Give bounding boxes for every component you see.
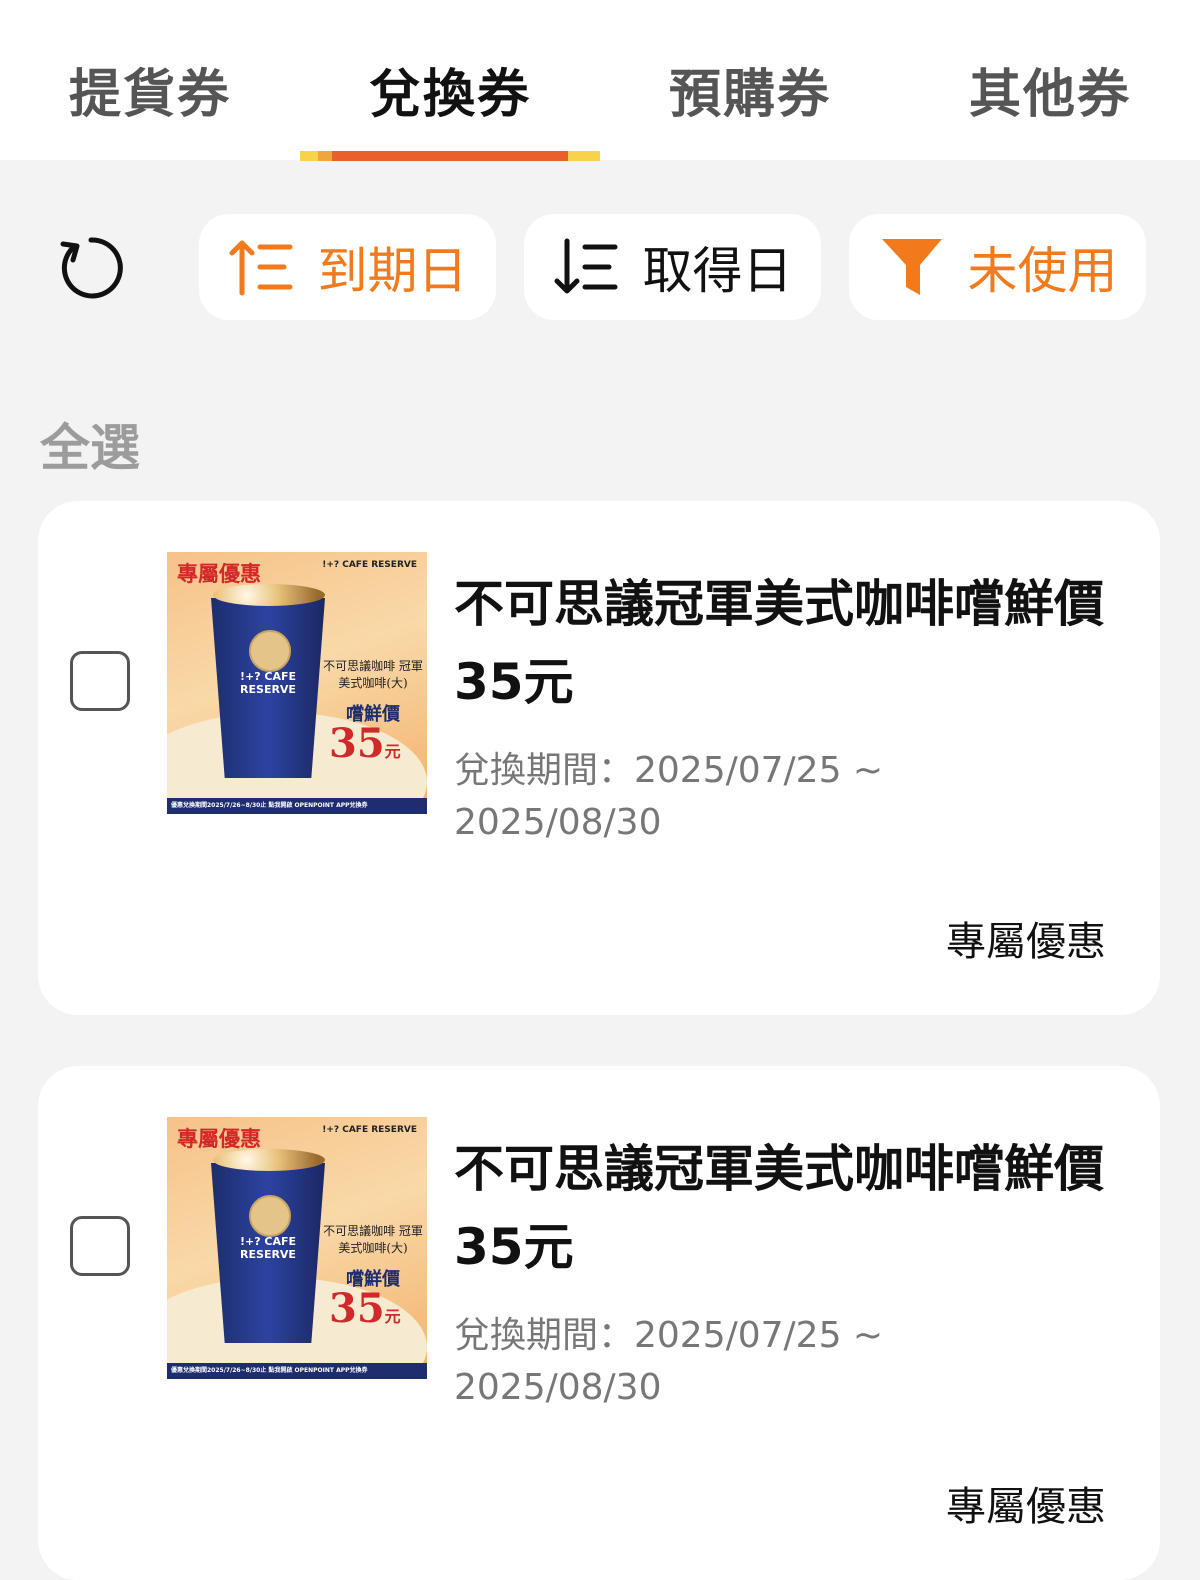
filter-status-button[interactable]: 未使用 xyxy=(849,214,1146,320)
coupon-period: 兌換期間：2025/07/25 ~ 2025/08/30 xyxy=(454,750,884,843)
image-brand-logo: !+? CAFE RESERVE xyxy=(322,1125,417,1135)
sort-acquired-label: 取得日 xyxy=(642,242,793,300)
coupon-period: 兌換期間：2025/07/25 ~ 2025/08/30 xyxy=(454,1315,884,1408)
cup-brand-text: !+? CAFE RESERVE xyxy=(239,670,297,696)
sort-expiry-label: 到期日 xyxy=(317,242,468,300)
coupon-title: 不可思議冠軍美式咖啡嚐鮮價35元 xyxy=(454,1140,1104,1276)
coupon-image: 專屬優惠 !+? CAFE RESERVE !+? CAFE RESERVE 不… xyxy=(167,552,427,814)
coupon-image: 專屬優惠 !+? CAFE RESERVE !+? CAFE RESERVE 不… xyxy=(167,1117,427,1379)
active-tab-indicator xyxy=(300,151,600,161)
tab-pickup[interactable]: 提貨券 xyxy=(0,52,300,127)
tab-bar: 提貨券 兌換券 預購券 其他券 xyxy=(0,0,1200,161)
sort-descending-icon xyxy=(554,238,617,294)
image-product-desc: 不可思議咖啡 冠軍美式咖啡(大) xyxy=(323,659,423,690)
cup-seal-graphic xyxy=(249,1195,291,1237)
coupon-card[interactable]: 專屬優惠 !+? CAFE RESERVE !+? CAFE RESERVE 不… xyxy=(38,1066,1160,1580)
coupon-checkbox[interactable] xyxy=(70,1216,130,1276)
image-tag: 專屬優惠 xyxy=(177,1126,261,1151)
select-all-button[interactable]: 全選 xyxy=(40,408,140,480)
image-footer-banner: 優惠兌換期間2025/7/26~8/30止 點我開啟 OPENPOINT APP… xyxy=(167,1363,427,1379)
refresh-icon[interactable] xyxy=(55,232,127,304)
filter-status-label: 未使用 xyxy=(967,242,1118,300)
coupon-badge: 專屬優惠 xyxy=(946,1484,1106,1530)
coupon-checkbox[interactable] xyxy=(70,651,130,711)
coupon-badge: 專屬優惠 xyxy=(946,919,1106,965)
filter-funnel-icon xyxy=(881,239,942,295)
image-price: 35元 xyxy=(329,1285,401,1332)
coupon-card[interactable]: 專屬優惠 !+? CAFE RESERVE !+? CAFE RESERVE 不… xyxy=(38,501,1160,1015)
image-brand-logo: !+? CAFE RESERVE xyxy=(322,560,417,570)
cup-seal-graphic xyxy=(249,630,291,672)
image-price: 35元 xyxy=(329,720,401,767)
image-footer-banner: 優惠兌換期間2025/7/26~8/30止 點我開啟 OPENPOINT APP… xyxy=(167,798,427,814)
coupon-title: 不可思議冠軍美式咖啡嚐鮮價35元 xyxy=(454,575,1104,711)
tab-preorder[interactable]: 預購券 xyxy=(600,52,900,127)
tab-other[interactable]: 其他券 xyxy=(900,52,1200,127)
tab-exchange[interactable]: 兌換券 xyxy=(300,52,600,127)
sort-acquired-button[interactable]: 取得日 xyxy=(524,214,821,320)
cup-brand-text: !+? CAFE RESERVE xyxy=(239,1235,297,1261)
sort-expiry-button[interactable]: 到期日 xyxy=(199,214,496,320)
image-tag: 專屬優惠 xyxy=(177,561,261,586)
image-product-desc: 不可思議咖啡 冠軍美式咖啡(大) xyxy=(323,1224,423,1255)
sort-ascending-icon xyxy=(229,240,292,296)
